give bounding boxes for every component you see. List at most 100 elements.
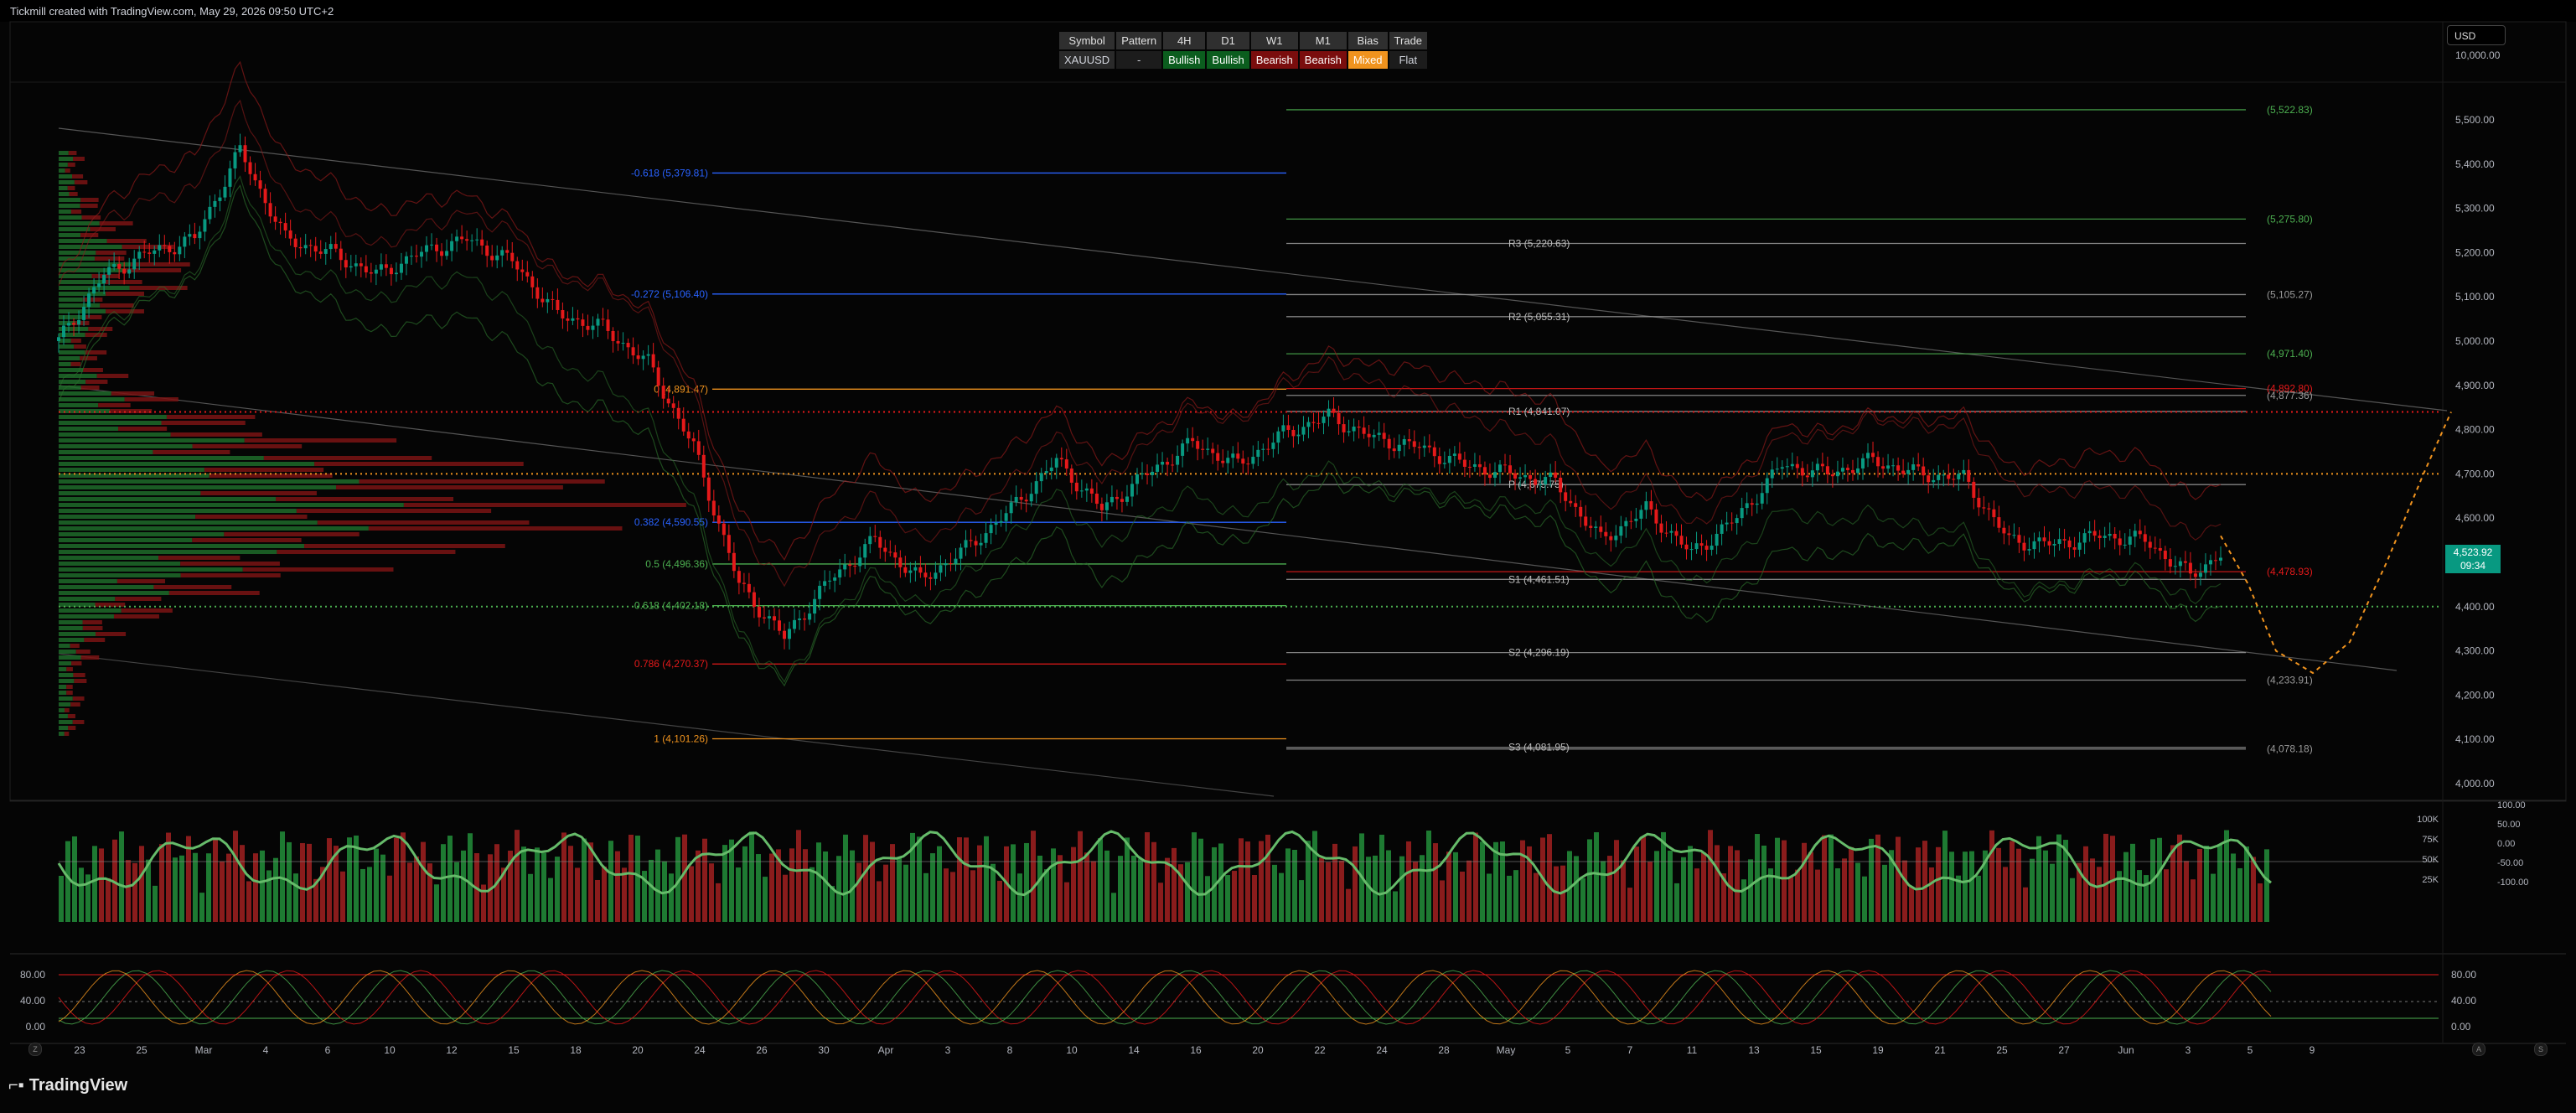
volume-bar [139, 846, 144, 922]
volume-profile-bar [59, 210, 71, 214]
volume-bar [997, 880, 1002, 922]
volume-bar [79, 867, 84, 922]
candle-body [959, 547, 963, 559]
trend-line [58, 653, 1275, 797]
volume-bar [1165, 857, 1170, 922]
candle-body [898, 557, 903, 567]
settings-icon[interactable]: S [2534, 1043, 2548, 1056]
fib-level-label: 0.382 (4,590.55) [634, 516, 708, 528]
volume-bar [1835, 868, 1840, 922]
candle-body [541, 298, 545, 303]
volume-bar [1708, 830, 1713, 922]
stats-header-7: Trade [1389, 32, 1428, 49]
volume-bar [72, 836, 77, 922]
volume-bar [1353, 846, 1358, 922]
candle-body [2208, 560, 2212, 565]
volume-profile-bar [66, 685, 73, 689]
volume-profile-bar [153, 585, 232, 589]
candle-body [1840, 468, 1844, 472]
volume-profile-bar [96, 632, 127, 636]
volume-bar [561, 832, 566, 922]
volume-bar [1440, 880, 1445, 922]
volume-bar [1292, 850, 1297, 922]
candle-body [2052, 543, 2056, 546]
candle-body [394, 272, 398, 275]
volume-profile-bar [161, 421, 246, 425]
volume-profile-bar [59, 309, 106, 313]
volume-profile-bar [59, 415, 167, 419]
candle-body [1246, 463, 1250, 465]
stochastic-axis-label: 40.00 [2451, 995, 2476, 1007]
pivot-label: S1 (4,461.51) [1508, 573, 1570, 585]
candle-body [1997, 517, 2001, 528]
candle-body [2198, 572, 2202, 577]
volume-axis-label: 50K [2422, 855, 2439, 865]
candle-body [1110, 496, 1114, 503]
candle-body [1477, 463, 1482, 468]
volume-profile-bar [113, 614, 159, 619]
candle-body [1492, 472, 1497, 479]
volume-profile-bar [158, 556, 241, 560]
candle-body [1906, 469, 1911, 474]
volume-bar [575, 867, 580, 922]
tradingview-logo[interactable]: ⌐▪ TradingView [8, 1076, 127, 1095]
volume-bar [1701, 852, 1706, 922]
candle-body [1196, 441, 1200, 449]
volume-bar [1346, 888, 1351, 922]
candle-body [1457, 453, 1461, 460]
candle-body [686, 431, 691, 439]
candle-body [102, 274, 106, 284]
candle-body [193, 234, 197, 239]
zoom-icon[interactable]: Z [28, 1043, 42, 1056]
volume-bar [555, 857, 560, 922]
candle-body [1529, 474, 1533, 479]
candle-body [1755, 503, 1759, 505]
candle-body [2118, 538, 2122, 546]
volume-bar [307, 843, 312, 922]
volume-profile-bar [104, 280, 142, 284]
volume-bar [1379, 834, 1384, 922]
volume-profile-bar [99, 221, 133, 225]
x-axis-label: 28 [1438, 1044, 1450, 1056]
candle-body [1084, 488, 1089, 491]
stats-cell-4: Bearish [1250, 51, 1298, 69]
volume-bar [655, 849, 660, 922]
volume-profile-bar [170, 432, 262, 437]
auto-scale-icon[interactable]: A [2472, 1043, 2485, 1056]
volume-profile-bar [200, 491, 317, 495]
volume-profile-bar [59, 456, 264, 460]
volume-bar [2217, 844, 2222, 922]
volume-profile-bar [59, 714, 68, 718]
candle-body [440, 251, 444, 256]
volume-bar [2030, 858, 2035, 922]
volume-bar [1017, 873, 1022, 922]
candle-body [1740, 508, 1744, 519]
volume-bar [1929, 867, 1934, 922]
fib-level-label: 0.5 (4,496.36) [645, 558, 708, 570]
candle-body [1387, 438, 1391, 449]
x-axis-label: 19 [1872, 1044, 1884, 1056]
candle-body [1932, 479, 1936, 483]
candle-body [1306, 422, 1311, 427]
candle-body [843, 564, 847, 570]
volume-profile-bar [166, 415, 256, 419]
chart-canvas[interactable]: (5,522.83) (5,275.80) R3 (5,220.63) (5,105.… [0, 0, 2576, 1113]
candle-body [1664, 532, 1668, 534]
volume-profile-bar [59, 157, 74, 161]
candle-body [1962, 469, 1966, 474]
volume-bar [394, 837, 399, 922]
candle-body [1241, 458, 1245, 464]
current-price-tag: 4,523.92 09:34 [2445, 545, 2501, 573]
candle-body [954, 558, 958, 564]
volume-bar [447, 836, 453, 922]
volume-bar [977, 845, 982, 922]
volume-bar [635, 836, 640, 922]
volume-profile-bar [403, 503, 686, 507]
candle-body [293, 238, 297, 247]
x-axis-label: 26 [756, 1044, 768, 1056]
currency-selector[interactable]: USD [2447, 25, 2506, 45]
candle-body [2193, 573, 2197, 577]
candle-body [1689, 549, 1694, 551]
candle-body [344, 260, 348, 268]
stochastic-line [58, 970, 2272, 1025]
